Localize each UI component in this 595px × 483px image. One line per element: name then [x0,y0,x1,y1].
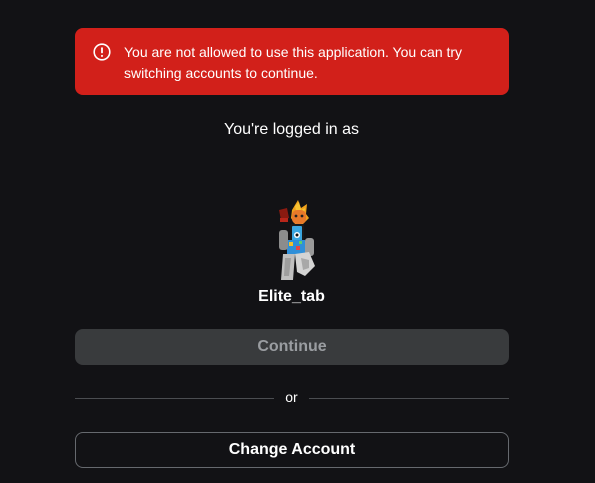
divider-line-left [75,398,274,399]
or-divider: or [75,388,509,408]
error-alert-message: You are not allowed to use this applicat… [124,44,463,81]
logged-in-label: You're logged in as [223,121,359,138]
error-alert: You are not allowed to use this applicat… [75,28,509,95]
avatar [265,196,321,284]
change-account-button[interactable]: Change Account [75,432,509,468]
account-switch-page: You are not allowed to use this applicat… [0,0,595,483]
exclamation-circle-icon [93,43,111,61]
divider-label: or [285,389,298,405]
divider-line-right [309,398,509,399]
continue-button[interactable]: Continue [75,329,509,365]
username: Elite_tab [258,288,325,305]
